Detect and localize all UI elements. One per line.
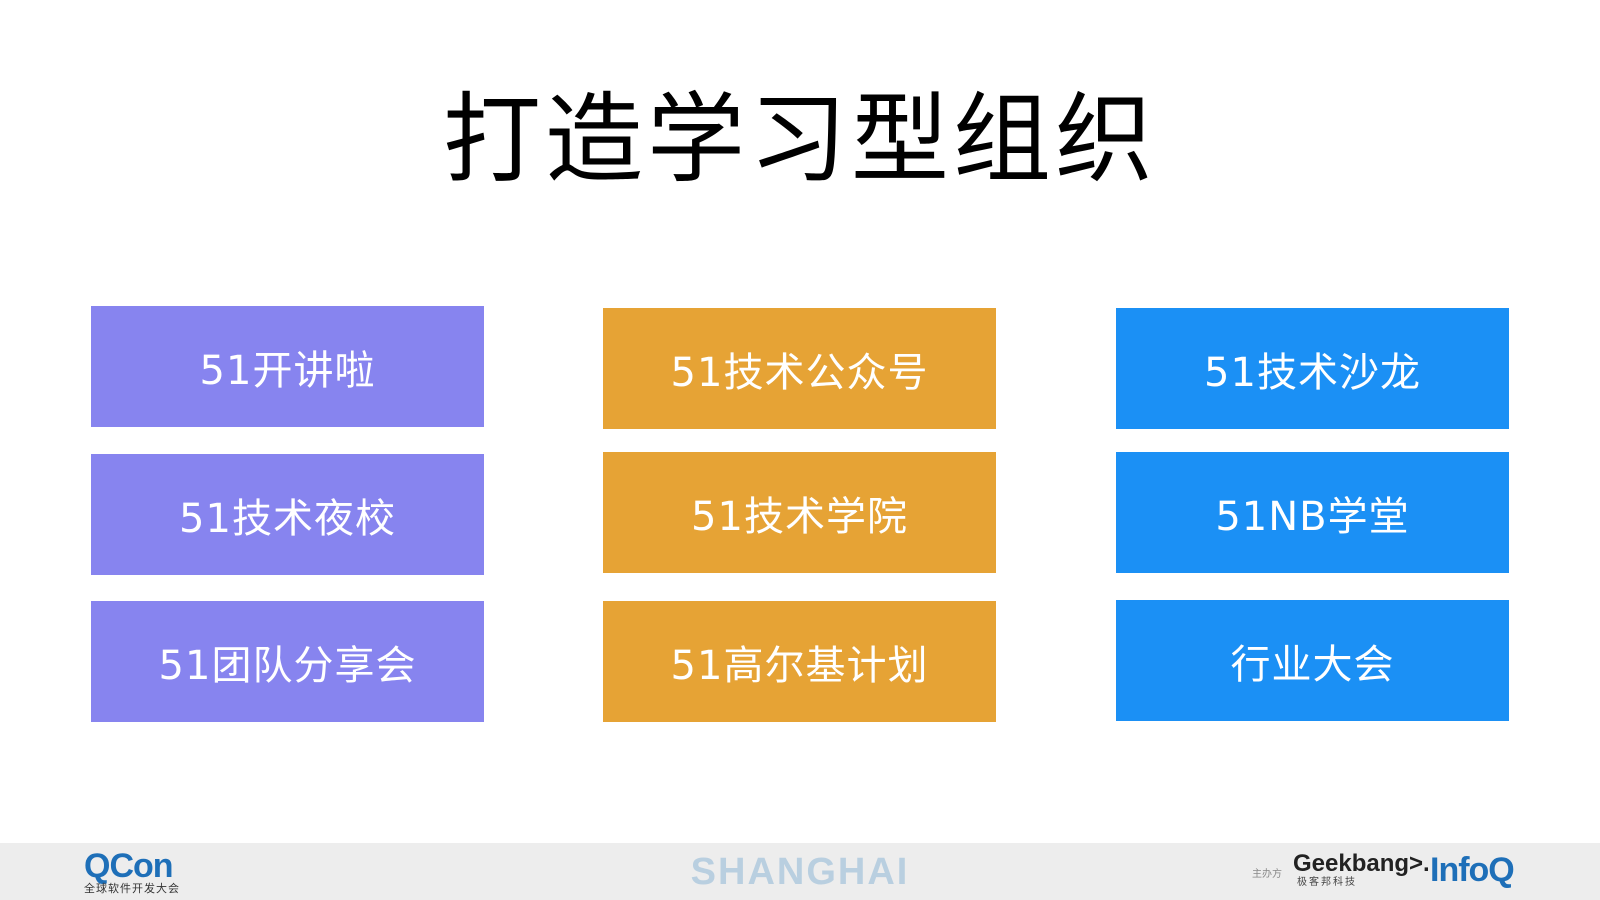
geekbang-logo: Geekbang>. 极客邦科技 (1293, 851, 1430, 889)
card-51-jishu-xueyuan: 51技术学院 (603, 452, 996, 573)
sponsor-label: 主办方 (1252, 869, 1282, 880)
card-51nb-xuetang: 51NB学堂 (1116, 452, 1509, 573)
footer-bar: QCon 全球软件开发大会 SHANGHAI 主办方 Geekbang>. 极客… (0, 843, 1600, 900)
card-51-tuandui-fenxianghui: 51团队分享会 (91, 601, 484, 722)
card-51-jishu-gongzhonghao: 51技术公众号 (603, 308, 996, 429)
geekbang-subtitle: 极客邦科技 (1297, 877, 1357, 888)
card-51-jishu-yexiao: 51技术夜校 (91, 454, 484, 575)
card-51-kaijiangla: 51开讲啦 (91, 306, 484, 427)
card-hangye-dahui: 行业大会 (1116, 600, 1509, 721)
card-51-jishu-shalong: 51技术沙龙 (1116, 308, 1509, 429)
card-51-gaoerji-jihua: 51高尔基计划 (603, 601, 996, 722)
slide-title: 打造学习型组织 (442, 83, 1157, 197)
infoq-logo: InfoQ (1430, 851, 1515, 889)
geekbang-logo-text: Geekbang>. (1293, 850, 1430, 877)
